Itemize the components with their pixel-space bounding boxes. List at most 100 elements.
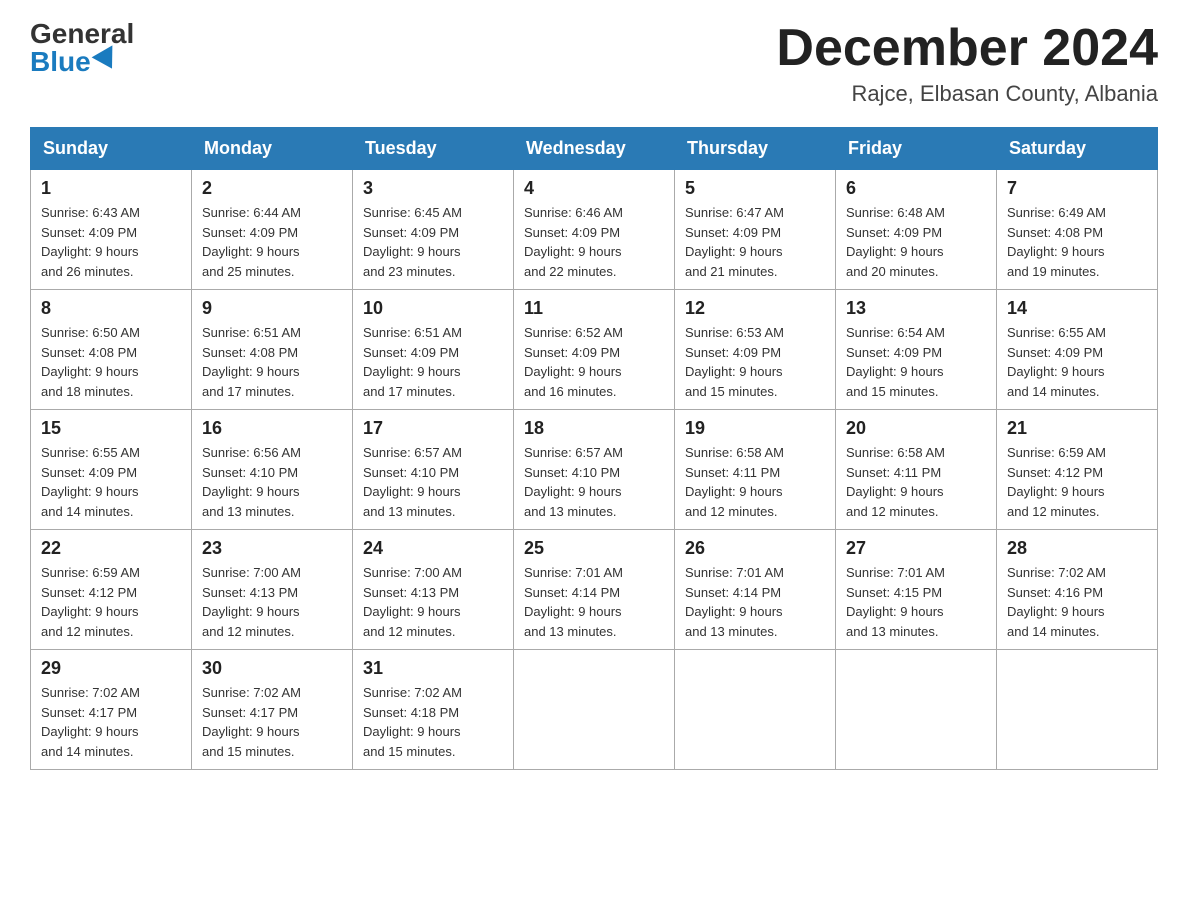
col-thursday: Thursday <box>675 128 836 170</box>
day-info: Sunrise: 7:01 AMSunset: 4:14 PMDaylight:… <box>685 565 784 639</box>
day-info: Sunrise: 6:58 AMSunset: 4:11 PMDaylight:… <box>846 445 945 519</box>
logo-general-text: General <box>30 20 134 48</box>
day-info: Sunrise: 6:59 AMSunset: 4:12 PMDaylight:… <box>41 565 140 639</box>
col-sunday: Sunday <box>31 128 192 170</box>
col-saturday: Saturday <box>997 128 1158 170</box>
day-info: Sunrise: 7:00 AMSunset: 4:13 PMDaylight:… <box>363 565 462 639</box>
day-info: Sunrise: 7:01 AMSunset: 4:14 PMDaylight:… <box>524 565 623 639</box>
day-info: Sunrise: 6:49 AMSunset: 4:08 PMDaylight:… <box>1007 205 1106 279</box>
day-number: 2 <box>202 178 342 199</box>
day-number: 3 <box>363 178 503 199</box>
col-wednesday: Wednesday <box>514 128 675 170</box>
day-number: 25 <box>524 538 664 559</box>
day-number: 29 <box>41 658 181 679</box>
table-row <box>514 650 675 770</box>
col-tuesday: Tuesday <box>353 128 514 170</box>
table-row: 11 Sunrise: 6:52 AMSunset: 4:09 PMDaylig… <box>514 290 675 410</box>
day-info: Sunrise: 6:57 AMSunset: 4:10 PMDaylight:… <box>524 445 623 519</box>
logo: General Blue <box>30 20 134 76</box>
day-info: Sunrise: 6:47 AMSunset: 4:09 PMDaylight:… <box>685 205 784 279</box>
day-info: Sunrise: 7:02 AMSunset: 4:16 PMDaylight:… <box>1007 565 1106 639</box>
day-info: Sunrise: 6:55 AMSunset: 4:09 PMDaylight:… <box>41 445 140 519</box>
day-info: Sunrise: 7:02 AMSunset: 4:18 PMDaylight:… <box>363 685 462 759</box>
table-row: 20 Sunrise: 6:58 AMSunset: 4:11 PMDaylig… <box>836 410 997 530</box>
day-info: Sunrise: 6:53 AMSunset: 4:09 PMDaylight:… <box>685 325 784 399</box>
table-row: 25 Sunrise: 7:01 AMSunset: 4:14 PMDaylig… <box>514 530 675 650</box>
table-row: 7 Sunrise: 6:49 AMSunset: 4:08 PMDayligh… <box>997 170 1158 290</box>
table-row: 15 Sunrise: 6:55 AMSunset: 4:09 PMDaylig… <box>31 410 192 530</box>
table-row: 13 Sunrise: 6:54 AMSunset: 4:09 PMDaylig… <box>836 290 997 410</box>
table-row: 19 Sunrise: 6:58 AMSunset: 4:11 PMDaylig… <box>675 410 836 530</box>
title-section: December 2024 Rajce, Elbasan County, Alb… <box>776 20 1158 107</box>
calendar-table: Sunday Monday Tuesday Wednesday Thursday… <box>30 127 1158 770</box>
table-row: 30 Sunrise: 7:02 AMSunset: 4:17 PMDaylig… <box>192 650 353 770</box>
day-info: Sunrise: 6:58 AMSunset: 4:11 PMDaylight:… <box>685 445 784 519</box>
day-info: Sunrise: 6:43 AMSunset: 4:09 PMDaylight:… <box>41 205 140 279</box>
day-number: 23 <box>202 538 342 559</box>
day-number: 12 <box>685 298 825 319</box>
day-info: Sunrise: 6:44 AMSunset: 4:09 PMDaylight:… <box>202 205 301 279</box>
table-row: 12 Sunrise: 6:53 AMSunset: 4:09 PMDaylig… <box>675 290 836 410</box>
day-info: Sunrise: 6:50 AMSunset: 4:08 PMDaylight:… <box>41 325 140 399</box>
day-info: Sunrise: 6:45 AMSunset: 4:09 PMDaylight:… <box>363 205 462 279</box>
day-info: Sunrise: 6:57 AMSunset: 4:10 PMDaylight:… <box>363 445 462 519</box>
day-info: Sunrise: 6:46 AMSunset: 4:09 PMDaylight:… <box>524 205 623 279</box>
day-info: Sunrise: 7:00 AMSunset: 4:13 PMDaylight:… <box>202 565 301 639</box>
day-info: Sunrise: 7:02 AMSunset: 4:17 PMDaylight:… <box>41 685 140 759</box>
day-number: 8 <box>41 298 181 319</box>
table-row: 27 Sunrise: 7:01 AMSunset: 4:15 PMDaylig… <box>836 530 997 650</box>
day-number: 11 <box>524 298 664 319</box>
table-row: 2 Sunrise: 6:44 AMSunset: 4:09 PMDayligh… <box>192 170 353 290</box>
day-number: 6 <box>846 178 986 199</box>
table-row: 17 Sunrise: 6:57 AMSunset: 4:10 PMDaylig… <box>353 410 514 530</box>
table-row: 31 Sunrise: 7:02 AMSunset: 4:18 PMDaylig… <box>353 650 514 770</box>
day-number: 19 <box>685 418 825 439</box>
table-row: 9 Sunrise: 6:51 AMSunset: 4:08 PMDayligh… <box>192 290 353 410</box>
table-row: 18 Sunrise: 6:57 AMSunset: 4:10 PMDaylig… <box>514 410 675 530</box>
table-row: 28 Sunrise: 7:02 AMSunset: 4:16 PMDaylig… <box>997 530 1158 650</box>
day-number: 28 <box>1007 538 1147 559</box>
day-number: 27 <box>846 538 986 559</box>
table-row: 5 Sunrise: 6:47 AMSunset: 4:09 PMDayligh… <box>675 170 836 290</box>
day-number: 4 <box>524 178 664 199</box>
day-info: Sunrise: 6:51 AMSunset: 4:09 PMDaylight:… <box>363 325 462 399</box>
location-title: Rajce, Elbasan County, Albania <box>776 81 1158 107</box>
calendar-week-row: 15 Sunrise: 6:55 AMSunset: 4:09 PMDaylig… <box>31 410 1158 530</box>
table-row: 26 Sunrise: 7:01 AMSunset: 4:14 PMDaylig… <box>675 530 836 650</box>
table-row <box>836 650 997 770</box>
table-row: 8 Sunrise: 6:50 AMSunset: 4:08 PMDayligh… <box>31 290 192 410</box>
day-number: 21 <box>1007 418 1147 439</box>
day-number: 1 <box>41 178 181 199</box>
day-info: Sunrise: 6:52 AMSunset: 4:09 PMDaylight:… <box>524 325 623 399</box>
table-row: 3 Sunrise: 6:45 AMSunset: 4:09 PMDayligh… <box>353 170 514 290</box>
day-number: 24 <box>363 538 503 559</box>
table-row: 22 Sunrise: 6:59 AMSunset: 4:12 PMDaylig… <box>31 530 192 650</box>
day-number: 7 <box>1007 178 1147 199</box>
table-row: 10 Sunrise: 6:51 AMSunset: 4:09 PMDaylig… <box>353 290 514 410</box>
day-number: 30 <box>202 658 342 679</box>
col-monday: Monday <box>192 128 353 170</box>
table-row: 1 Sunrise: 6:43 AMSunset: 4:09 PMDayligh… <box>31 170 192 290</box>
month-title: December 2024 <box>776 20 1158 77</box>
day-number: 15 <box>41 418 181 439</box>
page-header: General Blue December 2024 Rajce, Elbasa… <box>30 20 1158 107</box>
calendar-week-row: 1 Sunrise: 6:43 AMSunset: 4:09 PMDayligh… <box>31 170 1158 290</box>
day-info: Sunrise: 7:01 AMSunset: 4:15 PMDaylight:… <box>846 565 945 639</box>
day-info: Sunrise: 7:02 AMSunset: 4:17 PMDaylight:… <box>202 685 301 759</box>
table-row: 6 Sunrise: 6:48 AMSunset: 4:09 PMDayligh… <box>836 170 997 290</box>
table-row: 4 Sunrise: 6:46 AMSunset: 4:09 PMDayligh… <box>514 170 675 290</box>
day-info: Sunrise: 6:55 AMSunset: 4:09 PMDaylight:… <box>1007 325 1106 399</box>
day-number: 18 <box>524 418 664 439</box>
day-info: Sunrise: 6:54 AMSunset: 4:09 PMDaylight:… <box>846 325 945 399</box>
table-row: 14 Sunrise: 6:55 AMSunset: 4:09 PMDaylig… <box>997 290 1158 410</box>
calendar-week-row: 29 Sunrise: 7:02 AMSunset: 4:17 PMDaylig… <box>31 650 1158 770</box>
table-row: 23 Sunrise: 7:00 AMSunset: 4:13 PMDaylig… <box>192 530 353 650</box>
day-info: Sunrise: 6:51 AMSunset: 4:08 PMDaylight:… <box>202 325 301 399</box>
table-row <box>675 650 836 770</box>
day-number: 13 <box>846 298 986 319</box>
day-number: 22 <box>41 538 181 559</box>
col-friday: Friday <box>836 128 997 170</box>
table-row: 21 Sunrise: 6:59 AMSunset: 4:12 PMDaylig… <box>997 410 1158 530</box>
day-number: 16 <box>202 418 342 439</box>
table-row: 29 Sunrise: 7:02 AMSunset: 4:17 PMDaylig… <box>31 650 192 770</box>
